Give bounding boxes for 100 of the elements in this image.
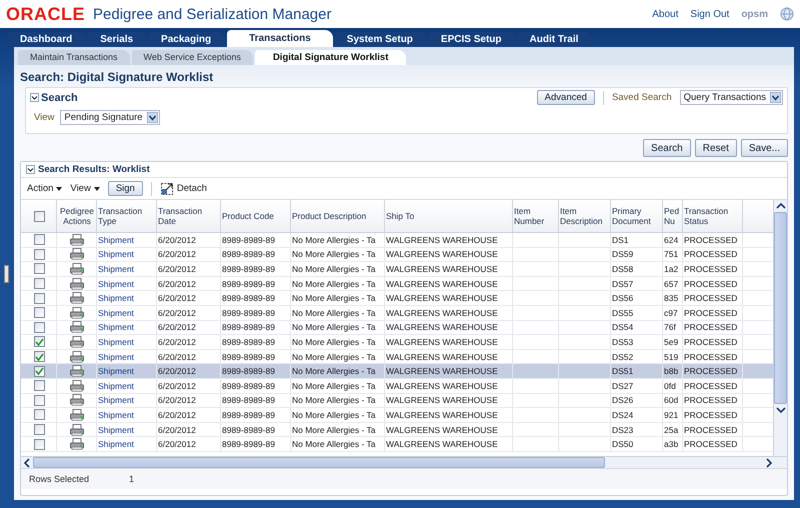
detach-button[interactable]: Detach [160, 182, 207, 196]
main-tab[interactable]: System Setup [334, 32, 427, 47]
table-link[interactable]: Shipment [97, 262, 157, 276]
column-header[interactable]: Pedigree Actions [57, 200, 97, 232]
sign-button[interactable]: Sign [108, 181, 143, 196]
table-cell: WALGREENS WAREHOUSE [385, 394, 513, 408]
table-cell: 6/20/2012 [157, 233, 221, 247]
main-tab[interactable]: Transactions [227, 30, 333, 47]
saved-search-dropdown[interactable]: Query Transactions [680, 90, 783, 105]
printer-icon [70, 408, 84, 421]
checkbox[interactable] [34, 248, 44, 260]
checkbox[interactable] [34, 366, 44, 377]
horizontal-scrollbar[interactable] [21, 456, 787, 468]
table-link[interactable]: Shipment [97, 233, 157, 247]
checkbox[interactable] [34, 307, 44, 318]
table-link[interactable]: Shipment [97, 364, 157, 378]
table-cell: No More Allergies - Ta [291, 248, 385, 262]
checkbox[interactable] [34, 424, 44, 436]
table-link[interactable]: Shipment [97, 306, 157, 320]
checkbox[interactable] [34, 210, 44, 222]
menu-button[interactable]: View [70, 183, 100, 194]
table-link[interactable]: Shipment [97, 408, 157, 422]
search-button[interactable]: Save... [740, 139, 788, 157]
table-cell: 6/20/2012 [157, 262, 221, 276]
advanced-button[interactable]: Advanced [536, 90, 595, 105]
sub-tab[interactable]: Web Service Exceptions [132, 50, 253, 65]
table-link[interactable]: Shipment [97, 394, 157, 408]
main-tab[interactable]: EPCIS Setup [428, 32, 516, 47]
sub-tab[interactable]: Maintain Transactions [18, 50, 130, 65]
checkbox[interactable] [34, 380, 44, 392]
header-link[interactable]: About [652, 8, 678, 20]
table-link[interactable]: Shipment [97, 378, 157, 393]
table-cell: 6/20/2012 [157, 335, 221, 349]
table-link[interactable]: Shipment [97, 276, 157, 290]
table-cell: b8b [663, 364, 683, 378]
main-tab[interactable]: Audit Trail [518, 32, 592, 47]
table-cell: DS51 [611, 364, 663, 378]
table-cell: 76f [663, 320, 683, 334]
printer-icon [70, 306, 84, 319]
table-cell: DS50 [611, 437, 663, 451]
vertical-scrollbar[interactable] [773, 200, 787, 456]
table-cell: 6/20/2012 [157, 394, 221, 408]
checkbox[interactable] [34, 292, 44, 304]
checkbox[interactable] [34, 351, 44, 362]
table-cell: DS1 [611, 233, 663, 247]
table-cell: 751 [663, 248, 683, 262]
header-link[interactable]: Sign Out [690, 8, 730, 20]
table-cell: PROCESSED [683, 437, 743, 451]
column-header[interactable]: Transaction Status [683, 200, 743, 232]
table-link[interactable]: Shipment [97, 248, 157, 262]
main-tab[interactable]: Packaging [149, 32, 226, 47]
checkbox[interactable] [34, 278, 44, 290]
column-header[interactable]: Ped Nu [663, 200, 683, 232]
table-cell: 6/20/2012 [157, 437, 221, 451]
column-header[interactable]: Transaction Date [157, 200, 221, 232]
checkbox[interactable] [34, 263, 44, 274]
table-link[interactable]: Shipment [97, 422, 157, 436]
table-cell: No More Allergies - Ta [291, 350, 385, 364]
checkbox[interactable] [34, 394, 44, 406]
sub-tab[interactable]: Digital Signature Worklist [254, 50, 406, 65]
table-cell: 1a2 [663, 262, 683, 276]
checkbox[interactable] [34, 409, 44, 420]
table-cell: PROCESSED [683, 350, 743, 364]
column-header[interactable]: Item Description [559, 200, 611, 232]
table-cell: No More Allergies - Ta [291, 394, 385, 408]
table-cell: 8989-8989-89 [221, 306, 291, 320]
checkbox[interactable] [34, 438, 44, 450]
table-cell: 8989-8989-89 [221, 350, 291, 364]
status-label: Rows Selected [29, 474, 90, 484]
printer-icon [70, 262, 84, 275]
scroll-right-icon [765, 458, 773, 468]
search-button[interactable]: Reset [694, 139, 737, 157]
table-cell: No More Allergies - Ta [291, 233, 385, 247]
selected-row-highlight[interactable]: Shipment 6/20/2012 8989-8989-89 No More Allergies - Ta WALGREENS WAREHOUSE DS51 b8b PROCESSED [21, 364, 773, 379]
column-header[interactable]: Transaction Type [97, 200, 157, 232]
table-link[interactable]: Shipment [97, 320, 157, 334]
main-tab[interactable]: Serials [88, 32, 148, 47]
view-dropdown[interactable]: Pending Signature [60, 110, 160, 125]
table-link[interactable]: Shipment [97, 437, 157, 451]
table-cell: DS58 [611, 262, 663, 276]
table-link[interactable]: Shipment [97, 350, 157, 364]
table-cell: PROCESSED [683, 262, 743, 276]
column-header[interactable]: Item Number [513, 200, 559, 232]
printer-icon [70, 292, 84, 304]
table-cell: PROCESSED [683, 364, 743, 378]
menu-button[interactable]: Action [27, 183, 62, 194]
search-button[interactable]: Search [643, 139, 691, 157]
column-header[interactable]: Ship To [385, 200, 513, 232]
checkbox[interactable] [34, 336, 44, 348]
checkbox[interactable] [34, 234, 44, 246]
table-cell: PROCESSED [683, 394, 743, 408]
column-header[interactable]: Primary Document [611, 200, 663, 232]
panel-splitter-handle[interactable] [4, 264, 9, 282]
column-header[interactable]: Product Description [291, 200, 385, 232]
table-link[interactable]: Shipment [97, 291, 157, 305]
column-header[interactable]: Product Code [221, 200, 291, 232]
main-tab[interactable]: Dashboard [8, 32, 86, 47]
table-link[interactable]: Shipment [97, 335, 157, 349]
checkbox[interactable] [34, 322, 44, 333]
oracle-logo: ORACLE [6, 4, 85, 24]
